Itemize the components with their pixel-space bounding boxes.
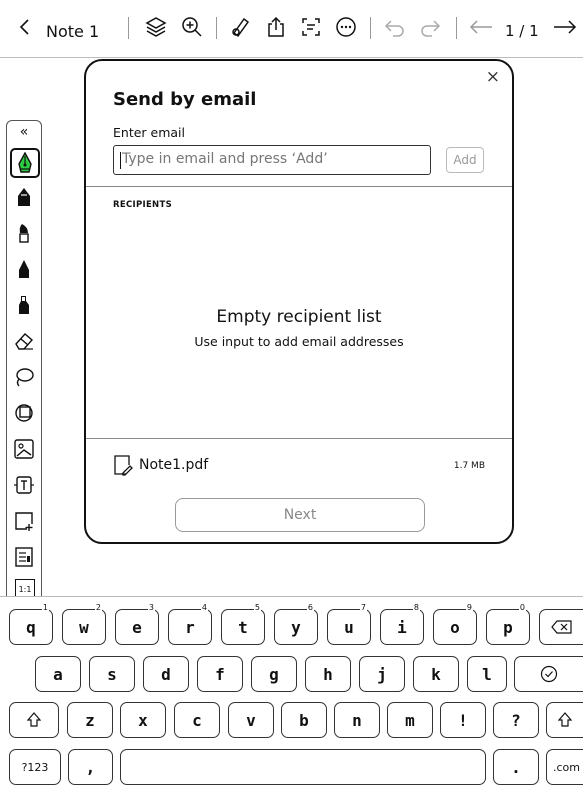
layout-icon[interactable] (12, 545, 36, 569)
back-chevron-icon[interactable] (14, 14, 34, 40)
key-n[interactable]: n (334, 702, 380, 738)
share-icon[interactable] (263, 14, 289, 40)
key-t[interactable]: t5 (221, 603, 265, 645)
enter-key[interactable] (514, 656, 583, 692)
empty-state-title: Empty recipient list (216, 307, 382, 327)
enter-icon (540, 665, 558, 683)
key-question[interactable]: ? (493, 702, 539, 738)
image-icon[interactable] (12, 437, 36, 461)
symbols-key[interactable]: ?123 (9, 749, 61, 785)
prev-page-icon[interactable] (467, 14, 495, 40)
note-title[interactable]: Note 1 (46, 22, 99, 41)
email-placeholder: Type in email and press ‘Add’ (122, 151, 328, 167)
email-input[interactable]: Type in email and press ‘Add’ (113, 145, 431, 175)
key-o[interactable]: o9 (433, 603, 477, 645)
redo-icon[interactable] (417, 14, 443, 40)
eraser-icon[interactable] (12, 329, 36, 353)
key-exclamation[interactable]: ! (440, 702, 486, 738)
key-h[interactable]: h (305, 656, 351, 692)
shift-icon (558, 712, 572, 727)
key-y[interactable]: y6 (274, 603, 318, 645)
shift-icon (27, 712, 41, 727)
empty-state-subtitle: Use input to add email addresses (194, 334, 404, 349)
more-icon[interactable] (333, 14, 359, 40)
key-q[interactable]: q1 (9, 603, 53, 645)
pen-settings-icon[interactable] (227, 14, 253, 40)
zoom-in-icon[interactable] (179, 14, 205, 40)
key-i[interactable]: i8 (380, 603, 424, 645)
key-d[interactable]: d (143, 656, 189, 692)
next-button[interactable]: Next (175, 498, 425, 532)
shift-key-left[interactable] (9, 702, 59, 738)
key-f[interactable]: f (197, 656, 243, 692)
fountain-pen-icon[interactable] (10, 148, 40, 178)
key-w[interactable]: w2 (62, 603, 106, 645)
key-u[interactable]: u7 (327, 603, 371, 645)
layers-icon[interactable] (143, 14, 169, 40)
lasso-icon[interactable] (12, 365, 36, 389)
shift-key-right[interactable] (546, 702, 583, 738)
key-s[interactable]: s (89, 656, 135, 692)
divider (86, 186, 512, 187)
divider (216, 17, 217, 39)
attachment-name: Note1.pdf (139, 457, 209, 473)
backspace-key[interactable] (539, 609, 583, 645)
key-v[interactable]: v (228, 702, 274, 738)
key-j[interactable]: j (359, 656, 405, 692)
backspace-icon (550, 620, 572, 634)
on-screen-keyboard: q1 w2 e3 r4 t5 y6 u7 i8 o9 p0 a s d f g … (0, 596, 583, 800)
textbox-icon[interactable] (12, 473, 36, 497)
space-key[interactable] (120, 749, 486, 785)
text-caret (120, 152, 121, 169)
add-page-icon[interactable] (12, 509, 36, 533)
key-k[interactable]: k (413, 656, 459, 692)
dialog-title: Send by email (113, 89, 257, 110)
send-email-dialog: × Send by email Enter email Type in emai… (84, 59, 514, 544)
key-period[interactable]: . (493, 749, 539, 785)
attachment-size: 1.7 MB (453, 461, 485, 471)
key-p[interactable]: p0 (486, 603, 530, 645)
key-a[interactable]: a (35, 656, 81, 692)
undo-icon[interactable] (382, 14, 408, 40)
close-icon[interactable]: × (486, 67, 500, 87)
pencil-icon[interactable] (12, 185, 36, 209)
page-indicator[interactable]: 1 / 1 (505, 22, 539, 40)
key-g[interactable]: g (251, 656, 297, 692)
email-field-label: Enter email (113, 125, 185, 140)
key-z[interactable]: z (67, 702, 113, 738)
brush-icon[interactable] (12, 221, 36, 245)
collapse-toolbar-button[interactable]: « (12, 124, 36, 140)
key-m[interactable]: m (387, 702, 433, 738)
top-toolbar: Note 1 1 / 1 (0, 0, 583, 58)
key-b[interactable]: b (281, 702, 327, 738)
divider (370, 17, 371, 39)
key-c[interactable]: c (174, 702, 220, 738)
divider (86, 438, 512, 439)
divider (128, 17, 129, 39)
recipients-label: RECIPIENTS (113, 200, 172, 210)
marker-icon[interactable] (12, 257, 36, 281)
next-page-icon[interactable] (551, 14, 579, 40)
key-l[interactable]: l (467, 656, 507, 692)
key-e[interactable]: e3 (115, 603, 159, 645)
dotcom-key[interactable]: .com (546, 749, 583, 785)
shapes-icon[interactable] (12, 401, 36, 425)
key-r[interactable]: r4 (168, 603, 212, 645)
divider (456, 17, 457, 39)
ocr-text-icon[interactable] (298, 14, 324, 40)
key-x[interactable]: x (120, 702, 166, 738)
key-comma[interactable]: , (68, 749, 113, 785)
drawing-toolbar: « 1:1 (6, 120, 42, 607)
file-icon (113, 454, 133, 480)
highlighter-icon[interactable] (12, 293, 36, 317)
add-button[interactable]: Add (446, 147, 484, 173)
